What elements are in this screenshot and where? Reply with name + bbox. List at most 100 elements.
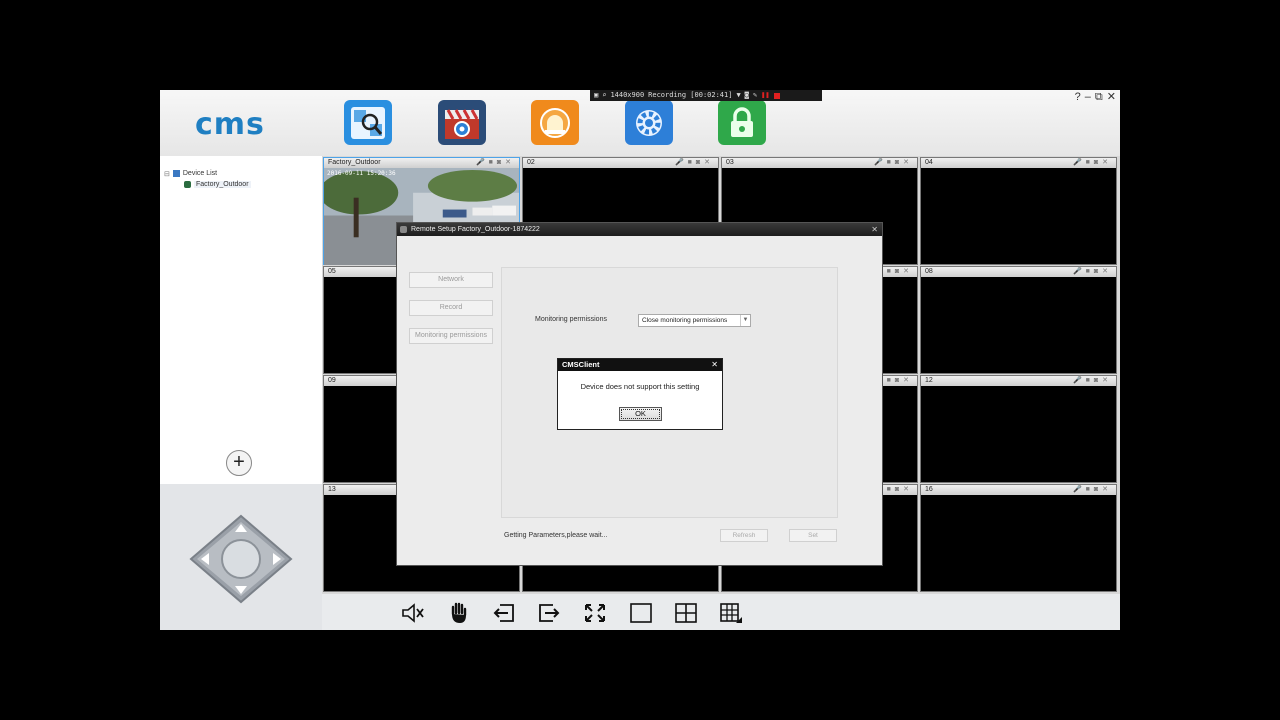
cell-label: 16 [925,486,933,493]
cell-controls-icon[interactable]: 🎤■◙✕ [874,158,913,168]
speaker-mute-icon [402,603,424,623]
message-box-title: CMSClient [562,360,600,369]
previous-page-button[interactable] [491,602,517,624]
cell-titlebar: Factory_Outdoor 🎤■◙✕ [324,158,519,168]
camera-device-icon [184,181,191,188]
cms-logo: cms [195,107,265,142]
fullscreen-button[interactable] [582,602,608,624]
monitoring-permissions-label: Monitoring permissions [535,316,607,323]
chevron-down-icon[interactable]: ▼ [736,90,740,101]
search-icon[interactable]: ⌕ [602,90,606,101]
multi-layout-icon [720,603,742,623]
ok-button[interactable]: OK [619,407,662,421]
cell-label: 03 [726,159,734,166]
lock-button[interactable] [718,100,766,145]
nav-monitoring-permissions-button[interactable]: Monitoring permissions [409,328,493,344]
cell-label: Factory_Outdoor [328,159,381,166]
cell-titlebar: 12 🎤■◙✕ [921,376,1116,386]
select-value: Close monitoring permissions [642,317,728,324]
gear-icon [636,109,662,136]
cell-controls-icon[interactable]: 🎤■◙✕ [1073,267,1112,277]
message-box-titlebar[interactable]: CMSClient ✕ [558,359,722,371]
close-button[interactable]: ✕ [1107,90,1116,104]
next-page-button[interactable] [536,602,562,624]
camera-icon[interactable]: ◙ [745,90,749,101]
device-tree: ⊟ Device List Factory_Outdoor [164,168,251,190]
lock-icon [731,106,753,137]
cell-controls-icon[interactable]: 🎤■◙✕ [1073,376,1112,386]
cell-label: 13 [328,486,336,493]
cell-label: 04 [925,159,933,166]
single-view-button[interactable] [628,602,654,624]
playback-button[interactable] [438,100,486,145]
tree-item-label: Factory_Outdoor [194,181,251,188]
window-controls: ? – ⧉ ✕ [1075,90,1116,104]
device-list-icon [172,170,180,177]
video-cell[interactable]: 04 🎤■◙✕ [920,157,1117,265]
prev-page-icon [493,604,514,622]
ptz-control[interactable] [189,514,293,604]
cell-label: 12 [925,377,933,384]
add-device-button[interactable]: + [226,450,252,476]
cell-titlebar: 16 🎤■◙✕ [921,485,1116,495]
device-sidebar: ⊟ Device List Factory_Outdoor + [160,156,322,484]
hand-icon [451,602,467,623]
app-icon [400,226,407,233]
tree-root[interactable]: ⊟ Device List [164,168,251,179]
set-button[interactable]: Set [789,529,837,542]
quad-view-button[interactable] [673,602,699,624]
cell-titlebar: 04 🎤■◙✕ [921,158,1116,168]
device-search-button[interactable] [344,100,392,145]
cell-label: 02 [527,159,535,166]
bottom-toolbar [322,594,1120,630]
cell-titlebar: 08 🎤■◙✕ [921,267,1116,277]
next-page-icon [539,604,560,622]
settings-button[interactable] [625,100,673,145]
tree-root-label: Device List [182,170,218,177]
alarm-button[interactable] [531,100,579,145]
remote-setup-titlebar[interactable]: Remote Setup Factory_Outdoor-1874222 ✕ [397,223,882,236]
status-text: Getting Parameters,please wait... [504,532,608,539]
remote-setup-close-button[interactable]: ✕ [871,223,878,236]
stop-icon[interactable] [773,92,780,99]
message-box-dialog: CMSClient ✕ Device does not support this… [557,358,723,430]
quad-layout-icon [675,603,697,623]
pencil-icon[interactable]: ✎ [753,90,757,101]
video-cell[interactable]: 12 🎤■◙✕ [920,375,1117,483]
nav-network-button[interactable]: Network [409,272,493,288]
video-cell[interactable]: 08 🎤■◙✕ [920,266,1117,374]
cell-titlebar: 02 🎤■◙✕ [523,158,718,168]
cell-controls-icon[interactable]: 🎤■◙✕ [476,158,515,168]
film-clapper-icon [445,108,479,139]
cell-titlebar: 03 🎤■◙✕ [722,158,917,168]
cell-controls-icon[interactable]: 🎤■◙✕ [1073,485,1112,495]
more-layouts-button[interactable] [718,602,744,624]
cell-label: 05 [328,268,336,275]
cell-label: 09 [328,377,336,384]
pause-icon[interactable]: ❚❚ [761,90,769,101]
mute-button[interactable] [400,602,426,624]
tree-item-factory-outdoor[interactable]: Factory_Outdoor [164,179,251,190]
restore-button[interactable]: ⧉ [1095,90,1103,104]
ptz-center-button[interactable] [221,539,261,579]
minimize-button[interactable]: – [1085,90,1091,104]
collapse-icon[interactable]: ⊟ [164,170,170,178]
help-button[interactable]: ? [1075,90,1081,104]
cell-controls-icon[interactable]: 🎤■◙✕ [675,158,714,168]
nav-record-button[interactable]: Record [409,300,493,316]
monitoring-permissions-select[interactable]: Close monitoring permissions ▼ [638,314,751,327]
recording-resolution: 1440x900 [610,91,645,99]
chevron-down-icon[interactable]: ▼ [740,315,750,326]
video-cell[interactable]: 16 🎤■◙✕ [920,484,1117,592]
alarm-light-icon [540,107,570,138]
fullscreen-icon [585,604,605,622]
recording-status: Recording [00:02:41] [648,91,733,99]
refresh-button[interactable]: Refresh [720,529,768,542]
ptz-panel [160,484,322,630]
stop-all-button[interactable] [446,602,472,624]
message-box-close-button[interactable]: ✕ [711,359,718,371]
cell-controls-icon[interactable]: 🎤■◙✕ [1073,158,1112,168]
device-search-icon [351,106,385,139]
camera-timestamp: 2016-09-11 15:20:36 [327,170,396,177]
window-icon[interactable]: ▣ [594,90,598,101]
